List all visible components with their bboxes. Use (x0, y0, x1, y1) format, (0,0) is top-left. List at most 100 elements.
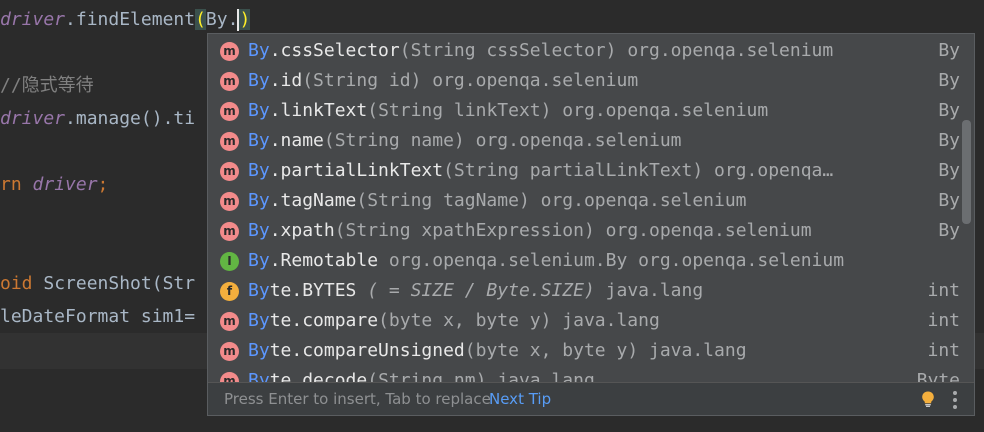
completion-item[interactable]: m By.xpath(String xpathExpression) org.o… (208, 216, 964, 246)
completion-item-text: Byte.compareUnsigned(byte x, byte y) jav… (248, 336, 900, 366)
completion-return-type: By (938, 70, 960, 91)
completion-package: org.openqa.selenium (551, 100, 769, 121)
completion-package: java.lang (594, 280, 704, 301)
completion-return-type: By (938, 100, 960, 121)
completion-item[interactable]: m Byte.compare(byte x, byte y) java.lang… (208, 306, 964, 336)
completion-item[interactable]: f Byte.BYTES ( = SIZE / Byte.SIZE) java.… (208, 276, 964, 306)
completion-item[interactable]: m By.linkText(String linkText) org.openq… (208, 96, 964, 126)
completion-return-type: By (938, 40, 960, 61)
method-icon: m (220, 222, 239, 241)
completion-item-text: By.xpath(String xpathExpression) org.ope… (248, 216, 900, 246)
completion-return-type: int (927, 280, 960, 301)
code-keyword: rn (0, 174, 33, 195)
completion-item[interactable]: m By.tagName(String tagName) org.openqa.… (208, 186, 964, 216)
completion-name: .linkText (269, 100, 368, 121)
method-icon: m (220, 42, 239, 61)
code-line-2[interactable]: //隐式等待 (0, 71, 94, 101)
method-icon: m (220, 342, 239, 361)
completion-signature: (byte x, byte y) (464, 340, 639, 361)
completion-item[interactable]: m By.id(String id) org.openqa.selenium B… (208, 66, 964, 96)
completion-package: java.lang (551, 310, 660, 331)
completion-item-text: By.name(String name) org.openqa.selenium (248, 126, 900, 156)
completion-package: org.openqa.selenium (421, 70, 639, 91)
completion-signature: (String id) (302, 70, 422, 91)
code-token-declaration: leDateFormat sim1= (0, 306, 196, 327)
completion-match: By (248, 190, 270, 211)
completion-match: By (248, 40, 270, 61)
completion-item-text: Byte.decode(String nm) java.lang (248, 366, 900, 382)
completion-name: .partialLinkText (269, 160, 444, 181)
completion-name: .tagName (269, 190, 357, 211)
code-line-5[interactable]: oid ScreenShot(Str (0, 269, 195, 299)
code-keyword: oid (0, 273, 44, 294)
completion-match: By (248, 310, 270, 331)
completion-package: java.lang (638, 340, 747, 361)
completion-match: By (248, 220, 270, 241)
code-completion-popup[interactable]: m By.cssSelector(String cssSelector) org… (207, 33, 975, 416)
completion-list[interactable]: m By.cssSelector(String cssSelector) org… (208, 36, 964, 382)
more-options-icon[interactable] (952, 389, 958, 411)
completion-name: .xpath (269, 220, 335, 241)
completion-return-type: By (938, 220, 960, 241)
lightbulb-icon[interactable] (920, 391, 936, 407)
completion-match: By (248, 250, 270, 271)
completion-package: org.openqa.selenium (594, 220, 812, 241)
completion-name: te.decode (269, 370, 368, 382)
completion-item-text: By.linkText(String linkText) org.openqa.… (248, 96, 900, 126)
code-line-1[interactable]: driver.findElement(By.) (0, 5, 251, 35)
completion-item[interactable]: I By.Remotable org.openqa.selenium.By or… (208, 246, 964, 276)
completion-signature: (String partialLinkText) (443, 160, 704, 181)
completion-signature: (String xpathExpression) (334, 220, 595, 241)
completion-item-text: By.partialLinkText(String partialLinkTex… (248, 156, 900, 186)
completion-match: By (248, 340, 270, 361)
completion-package: org.openqa.selenium (616, 40, 834, 61)
field-icon: f (220, 282, 239, 301)
completion-signature: (String nm) (367, 370, 487, 382)
method-icon: m (220, 372, 239, 382)
interface-icon: I (220, 252, 239, 271)
completion-return-type: By (938, 130, 960, 151)
completion-signature: (byte x, byte y) (378, 310, 552, 331)
completion-match: By (248, 70, 270, 91)
matched-paren-close: ) (239, 9, 251, 30)
completion-match: By (248, 100, 270, 121)
completion-signature: ( = SIZE / Byte.SIZE) (356, 280, 595, 301)
completion-name: .name (269, 130, 324, 151)
matched-paren: ( (195, 9, 206, 30)
completion-scrollbar[interactable] (962, 120, 971, 224)
completion-item[interactable]: m Byte.decode(String nm) java.lang Byte (208, 366, 964, 382)
code-token-variable: driver (0, 108, 66, 129)
completion-item-text: By.id(String id) org.openqa.selenium (248, 66, 900, 96)
completion-return-type: By (938, 160, 960, 181)
code-line-3[interactable]: driver.manage().ti (0, 104, 195, 134)
completion-name: .Remotable (269, 250, 379, 271)
completion-item[interactable]: m Byte.compareUnsigned(byte x, byte y) j… (208, 336, 964, 366)
completion-match: By (248, 280, 270, 301)
completion-signature: (String linkText) (367, 100, 552, 121)
insert-hint: Press Enter to insert, Tab to replace (224, 390, 491, 408)
method-icon: m (220, 132, 239, 151)
completion-item[interactable]: m By.cssSelector(String cssSelector) org… (208, 36, 964, 66)
code-comment: //隐式等待 (0, 75, 94, 96)
method-icon: m (220, 102, 239, 121)
code-line-4[interactable]: rn driver; (0, 170, 108, 200)
completion-item-text: Byte.BYTES ( = SIZE / Byte.SIZE) java.la… (248, 276, 900, 306)
completion-item[interactable]: m By.partialLinkText(String partialLinkT… (208, 156, 964, 186)
completion-item-text: Byte.compare(byte x, byte y) java.lang (248, 306, 900, 336)
completion-item[interactable]: m By.name(String name) org.openqa.seleni… (208, 126, 964, 156)
completion-item-text: By.Remotable org.openqa.selenium.By org.… (248, 246, 900, 276)
code-line-6[interactable]: leDateFormat sim1= (0, 302, 195, 332)
method-icon: m (220, 312, 239, 331)
completion-package: org.openqa.selenium (529, 190, 747, 211)
completion-return-type: int (927, 310, 960, 331)
completion-match: By (248, 130, 270, 151)
completion-package: org.openqa.selenium (464, 130, 682, 151)
next-tip-link[interactable]: Next Tip (489, 383, 551, 415)
completion-package: org.openqa… (703, 160, 834, 181)
completion-match: By (248, 370, 270, 382)
code-token-call: .findElement (65, 9, 196, 30)
code-semicolon: ; (97, 174, 109, 195)
completion-signature: (String cssSelector) (399, 40, 617, 61)
completion-signature: (String name) (323, 130, 465, 151)
method-icon: m (220, 192, 239, 211)
